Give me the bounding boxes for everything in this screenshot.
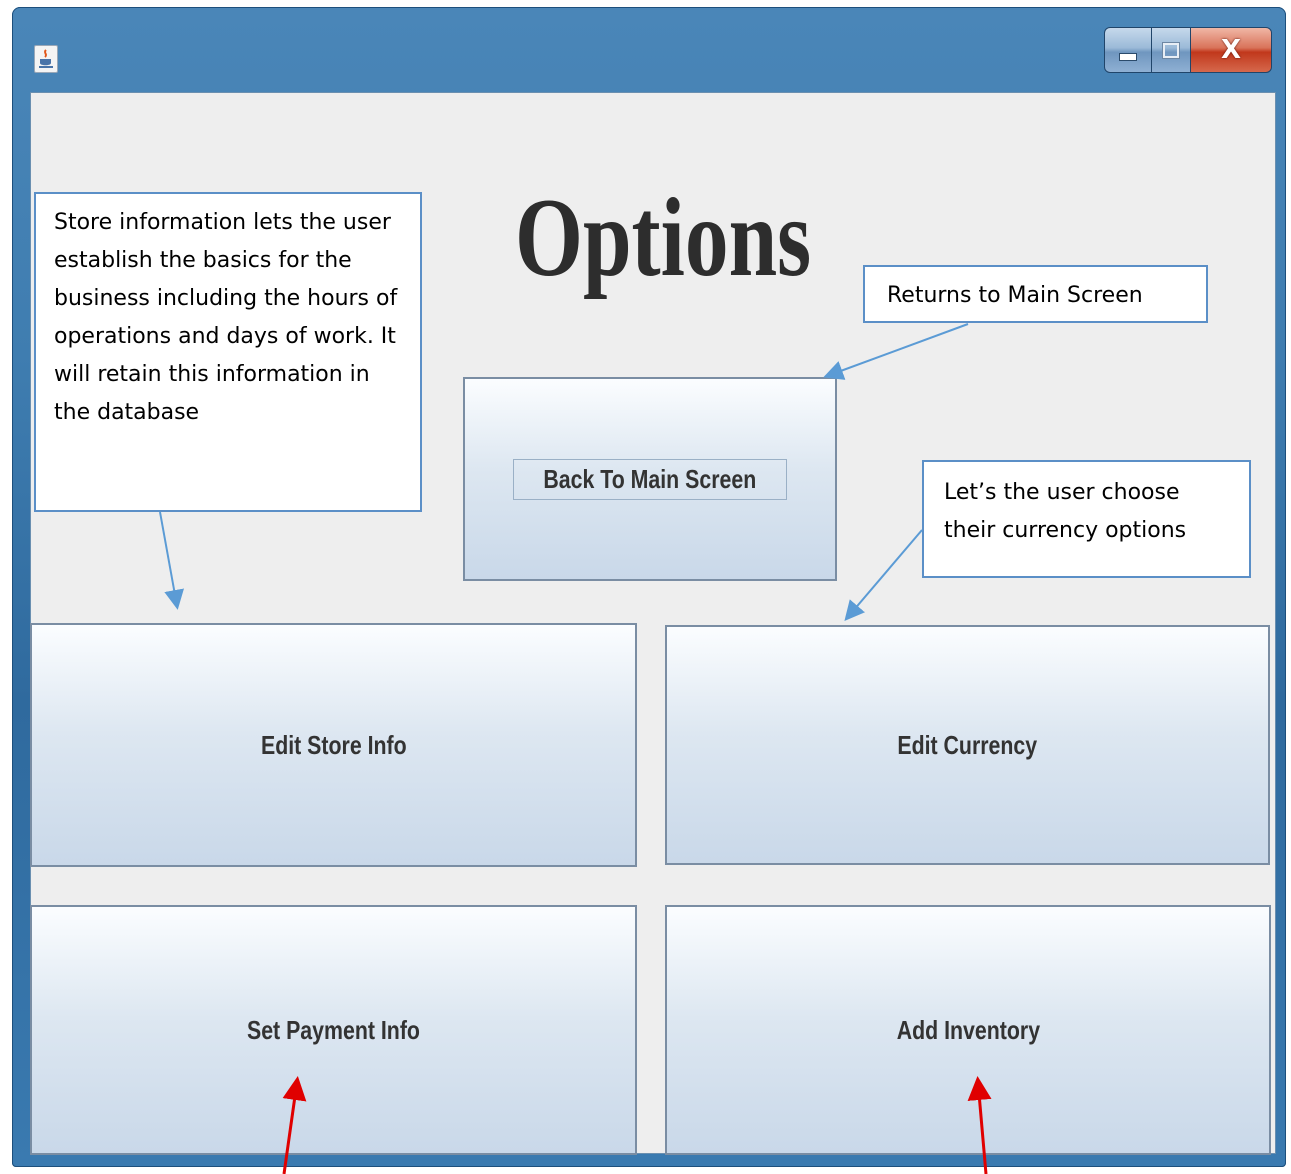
- currency-arrow: [844, 529, 923, 622]
- store-info-arrow: [159, 511, 184, 610]
- payment-highlight-arrow: [282, 1076, 307, 1174]
- returns-arrow: [823, 323, 969, 380]
- inventory-highlight-arrow: [967, 1076, 992, 1174]
- annotation-arrows: [159, 323, 992, 1174]
